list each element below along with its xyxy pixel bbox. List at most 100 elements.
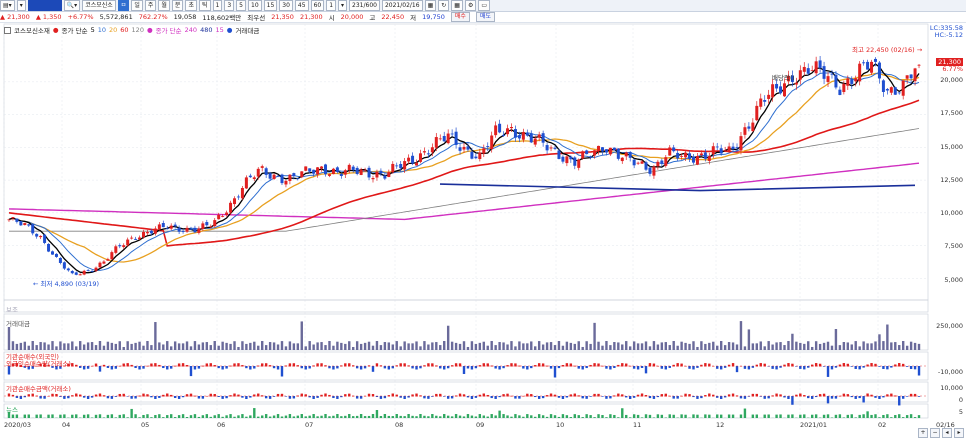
price-chart[interactable] (0, 0, 966, 440)
candle-body (901, 80, 905, 96)
foreign-bar (189, 366, 193, 377)
news-bar (59, 414, 62, 418)
foreign-bar (75, 364, 78, 367)
amount-bar (450, 341, 454, 350)
candle-body (549, 147, 553, 149)
candle-body (339, 173, 343, 176)
news-bar (304, 416, 307, 418)
inst-bar (78, 394, 82, 397)
low-annotation-text: 최저 4,890 (03/19) (40, 280, 100, 288)
amount-bar (31, 341, 34, 350)
news-bar (213, 415, 216, 418)
foreign-bar (138, 366, 141, 370)
amount-bar (324, 345, 327, 350)
candle-body (482, 148, 486, 154)
news-bar (909, 414, 913, 418)
foreign-bar (909, 366, 913, 370)
inst-bar (704, 395, 707, 397)
amount-bar (739, 321, 743, 350)
foreign-bar (201, 365, 205, 367)
candle-body (565, 156, 569, 164)
amount-bar (427, 344, 430, 350)
amount-bar (130, 343, 133, 350)
foreign-bar (304, 366, 307, 370)
candle-body (126, 239, 130, 246)
amount-bar (917, 343, 921, 350)
amount-bar (114, 343, 118, 350)
news-bar (838, 414, 842, 418)
news-bar (359, 414, 363, 418)
amount-bar (898, 345, 901, 350)
candle-body (327, 174, 331, 176)
candle-body (58, 257, 62, 263)
amount-bar (118, 341, 121, 350)
foreign-bar (272, 366, 276, 369)
candle-body (628, 151, 632, 158)
foreign-bar (632, 366, 636, 369)
candle-body (767, 94, 771, 99)
amount-bar (537, 341, 541, 350)
news-bar (126, 417, 129, 418)
amount-bar (122, 346, 125, 350)
legend-ma60: 60 (120, 26, 129, 34)
foreign-bar (419, 366, 422, 369)
foreign-bar (585, 366, 588, 369)
scroll-right-icon[interactable]: ▸ (954, 428, 964, 438)
foreign-bar (193, 366, 197, 370)
inst-bar (268, 396, 272, 399)
amount-bar (304, 346, 307, 350)
inst-bar (898, 396, 901, 406)
scroll-left-icon[interactable]: ◂ (942, 428, 952, 438)
inst-bar (312, 396, 315, 399)
candle-body (39, 235, 43, 238)
candle-body (917, 64, 921, 66)
amount-bar (585, 341, 588, 350)
legend-ma-long-label: 종가 단순 (155, 27, 182, 35)
inst-bar (917, 396, 921, 397)
zoom-out-icon[interactable]: − (930, 428, 940, 438)
candle-body (430, 147, 434, 153)
news-bar (229, 414, 232, 418)
foreign-bar (589, 364, 592, 367)
inst-bar (913, 393, 917, 397)
candle-body (889, 87, 893, 93)
news-bar (284, 415, 288, 418)
foreign-bar (217, 366, 220, 369)
foreign-bar (636, 366, 640, 370)
news-bar (324, 414, 327, 418)
candle-body (19, 221, 23, 226)
amount-bar (660, 342, 664, 350)
news-bar (130, 408, 133, 418)
candle-body (94, 267, 98, 271)
candle-body (743, 127, 747, 135)
amount-bar (731, 342, 735, 350)
inst-bar (130, 396, 133, 399)
amount-bar (379, 345, 383, 350)
x-tick-10: 10 (556, 421, 565, 429)
amount-bar (170, 346, 173, 350)
foreign-bar (553, 366, 557, 378)
news-bar (439, 416, 442, 418)
candle-body (707, 156, 711, 161)
news-bar (379, 416, 383, 418)
amount-bar (692, 341, 695, 350)
inst-bar (636, 394, 640, 397)
inst-bar (170, 394, 173, 397)
amount-bar (443, 341, 446, 350)
news-bar (419, 414, 422, 418)
news-bar (253, 408, 256, 418)
panel-foreign-title2: 외국인순매수량(거래소) (6, 360, 71, 368)
amount-bar (747, 329, 751, 350)
candle-body (597, 145, 601, 151)
news-bar (268, 416, 272, 418)
foreign-bar (102, 364, 106, 367)
amount-bar (296, 343, 300, 350)
news-bar (391, 416, 394, 418)
zoom-in-icon[interactable]: + (918, 428, 928, 438)
news-bar (573, 414, 576, 418)
foreign-bar (387, 366, 391, 370)
candle-body (331, 168, 335, 175)
foreign-bar (308, 366, 311, 369)
foreign-bar (332, 366, 335, 370)
inst-bar (158, 396, 161, 398)
